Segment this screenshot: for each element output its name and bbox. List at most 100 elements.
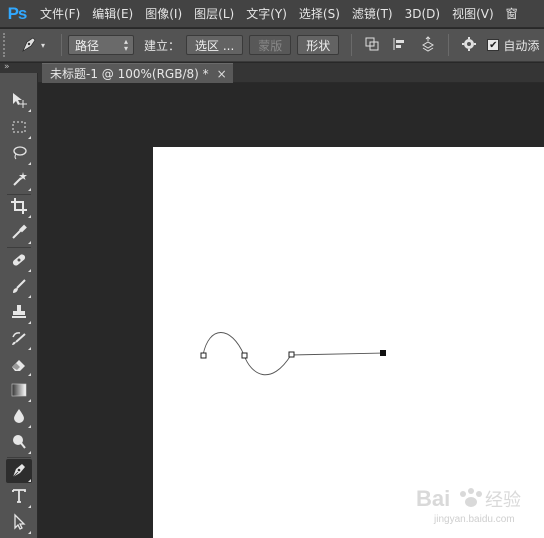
tool-flyout-indicator [28, 505, 31, 508]
tool-preset-picker[interactable]: ▾ [19, 33, 55, 57]
make-shape-button[interactable]: 形状 [297, 35, 340, 55]
tool-flyout-indicator [28, 347, 31, 350]
gear-icon [461, 36, 477, 55]
path-operations-button[interactable] [360, 33, 384, 57]
arrow-cursor-icon [10, 512, 28, 534]
tool-flyout-indicator [28, 188, 31, 191]
rect-marquee-icon [10, 118, 28, 139]
menu-file[interactable]: 文件(F) [34, 0, 86, 28]
eyedropper-tool[interactable] [6, 221, 32, 245]
type-tool[interactable] [6, 485, 32, 509]
build-label: 建立： [144, 38, 181, 53]
document-tab-bar: 未标题-1 @ 100%(RGB/8) * × [38, 63, 544, 83]
healing-brush-tool[interactable] [6, 249, 32, 273]
menu-layer[interactable]: 图层(L) [188, 0, 240, 28]
anchor-point[interactable] [241, 352, 248, 359]
path-alignment-button[interactable] [388, 33, 412, 57]
path-selection-tool[interactable] [6, 511, 32, 535]
tool-flyout-indicator [28, 162, 31, 165]
history-brush-icon [10, 329, 28, 350]
canvas[interactable] [153, 147, 544, 538]
move-tool[interactable] [6, 89, 32, 113]
geometry-options-button[interactable] [457, 33, 481, 57]
brush-icon [10, 277, 28, 298]
pen-tool[interactable] [6, 459, 32, 483]
magic-wand-tool[interactable] [6, 168, 32, 192]
collapse-toolbox-icon[interactable]: » [4, 62, 9, 72]
auto-add-delete-checkbox[interactable]: ✔ [487, 39, 500, 51]
dodge-tool[interactable] [6, 431, 32, 455]
stamp-icon [10, 303, 28, 324]
document-tab[interactable]: 未标题-1 @ 100%(RGB/8) * × [42, 63, 233, 83]
menu-type[interactable]: 文字(Y) [240, 0, 293, 28]
tool-flyout-indicator [28, 241, 31, 244]
make-selection-button[interactable]: 选区 ... [186, 35, 244, 55]
align-icon [392, 36, 408, 55]
tool-flyout-indicator [28, 109, 31, 112]
magic-wand-icon [10, 170, 28, 191]
tool-flyout-indicator [28, 321, 31, 324]
clone-stamp-tool[interactable] [6, 301, 32, 325]
menu-window[interactable]: 窗 [500, 0, 524, 28]
tool-flyout-indicator [28, 399, 31, 402]
menu-items: 文件(F) 编辑(E) 图像(I) 图层(L) 文字(Y) 选择(S) 滤镜(T… [34, 0, 524, 28]
make-mask-button[interactable]: 蒙版 [249, 35, 292, 55]
history-brush-tool[interactable] [6, 327, 32, 351]
marquee-tool[interactable] [6, 116, 32, 140]
auto-add-delete-label: 自动添 [503, 38, 540, 53]
type-icon [10, 487, 28, 508]
lasso-tool[interactable] [6, 142, 32, 166]
eyedropper-icon [10, 223, 28, 244]
gradient-tool[interactable] [6, 379, 32, 403]
tool-flyout-indicator [28, 479, 31, 482]
brush-tool[interactable] [6, 275, 32, 299]
document-tab-title: 未标题-1 @ 100%(RGB/8) * [50, 67, 209, 81]
chevron-down-icon: ▾ [41, 40, 46, 50]
arrange-icon [420, 35, 436, 55]
select-arrows-icon: ▴ ▾ [123, 37, 128, 53]
lasso-icon [10, 144, 28, 165]
gradient-icon [10, 381, 28, 402]
pen-mode-value: 路径 [75, 38, 100, 53]
dodge-icon [10, 433, 28, 454]
separator [448, 34, 450, 56]
watermark-brand: Bai [416, 486, 450, 511]
anchor-point[interactable] [200, 352, 207, 359]
menu-bar: Ps 文件(F) 编辑(E) 图像(I) 图层(L) 文字(Y) 选择(S) 滤… [0, 0, 544, 28]
crop-tool[interactable] [6, 195, 32, 219]
menu-edit[interactable]: 编辑(E) [86, 0, 139, 28]
toolbox-header: » [0, 62, 38, 73]
tool-group-divider [7, 457, 31, 458]
check-icon: ✔ [489, 39, 498, 51]
pen-mode-select[interactable]: 路径 ▴ ▾ [68, 35, 134, 55]
anchor-point[interactable] [288, 351, 295, 358]
path-operations-icon [364, 36, 380, 55]
tool-flyout-indicator [28, 295, 31, 298]
menu-3d[interactable]: 3D(D) [399, 0, 446, 28]
menu-view[interactable]: 视图(V) [446, 0, 500, 28]
menu-image[interactable]: 图像(I) [139, 0, 188, 28]
options-bar: ▾ 路径 ▴ ▾ 建立： 选区 ... 蒙版 形状 ✔ 自动添 [0, 29, 544, 62]
baidu-jingyan-watermark: Bai 经验 jingyan.baidu.com [392, 482, 542, 534]
tool-group-divider [7, 247, 31, 248]
photoshop-logo: Ps [7, 3, 28, 23]
separator [351, 34, 353, 56]
menu-select[interactable]: 选择(S) [293, 0, 346, 28]
menu-filter[interactable]: 滤镜(T) [346, 0, 399, 28]
watermark-url: jingyan.baidu.com [433, 514, 515, 525]
options-grip[interactable] [3, 33, 11, 57]
blur-tool[interactable] [6, 405, 32, 429]
tool-flyout-indicator [28, 373, 31, 376]
bandage-icon [10, 251, 28, 272]
close-icon[interactable]: × [217, 67, 227, 81]
tool-flyout-indicator [28, 215, 31, 218]
pen-icon [19, 34, 39, 57]
eraser-tool[interactable] [6, 353, 32, 377]
path-arrangement-button[interactable] [416, 33, 440, 57]
crop-icon [10, 197, 28, 218]
tool-flyout-indicator [28, 269, 31, 272]
selected-anchor-point[interactable] [380, 350, 386, 356]
eraser-icon [10, 355, 28, 376]
toolbox [0, 73, 38, 538]
water-drop-icon [10, 407, 28, 428]
